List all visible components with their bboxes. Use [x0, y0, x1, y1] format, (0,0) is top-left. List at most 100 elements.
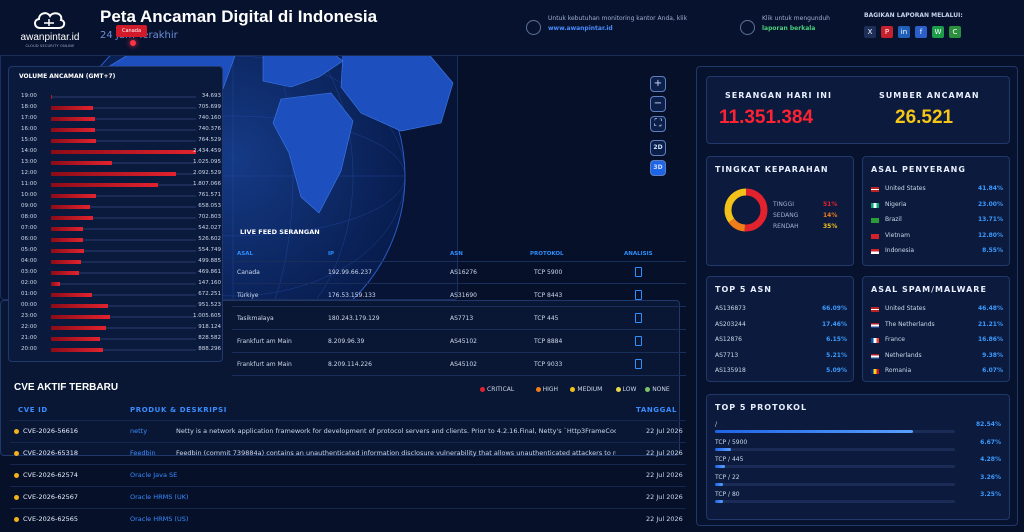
- volume-hour: 02:00: [21, 280, 37, 286]
- facebook-icon[interactable]: f: [915, 26, 927, 38]
- volume-value: 1.005.605: [193, 313, 221, 319]
- analysis-icon[interactable]: [635, 359, 642, 369]
- feed-asn: AS45102: [450, 338, 477, 345]
- flag-icon: [871, 218, 879, 223]
- list-row: AS203244 17.46%: [715, 321, 847, 330]
- list-row: Brazil 13.71%: [871, 216, 1003, 225]
- view-2d-button[interactable]: 2D: [650, 140, 666, 156]
- list-pct: 66.09%: [822, 305, 847, 312]
- cve-id[interactable]: CVE-2026-62574: [23, 471, 78, 479]
- top-asn-card: TOP 5 ASN AS136873 66.09% AS203244 17.46% AS…: [706, 276, 854, 382]
- x-icon[interactable]: X: [864, 26, 876, 38]
- attack-marker-dot[interactable]: [130, 40, 136, 46]
- volume-hour: 22:00: [21, 324, 37, 330]
- live-feed-row[interactable]: Canada 192.99.66.237 AS16276 TCP 5900: [232, 262, 686, 284]
- protocol-track: [715, 465, 955, 468]
- logo[interactable]: awanpintar.id CLOUD SECURITY ONLINE: [10, 6, 90, 50]
- volume-bar: [51, 348, 104, 352]
- cve-row[interactable]: CVE-2026-65318 Feedbin Feedbin (commit 739…: [10, 442, 686, 462]
- cve-row[interactable]: CVE-2026-56616 netty Netty is a network ap…: [10, 420, 686, 440]
- list-pct: 41.84%: [978, 185, 1003, 192]
- list-pct: 9.38%: [982, 351, 1003, 359]
- volume-title: VOLUME ANCAMAN (GMT+7): [19, 73, 116, 80]
- legend-dot: [480, 387, 485, 392]
- cve-product: Feedbin: [130, 449, 156, 457]
- legend-dot: [645, 387, 651, 392]
- analysis-icon[interactable]: [635, 313, 642, 323]
- legend-medium: MEDIUM: [570, 386, 602, 393]
- volume-hour: 15:00: [21, 137, 37, 143]
- feed-protokol: TCP 445: [534, 315, 559, 322]
- cve-row[interactable]: CVE-2026-62574 Oracle Java SE 22 Jul 2026: [10, 464, 686, 484]
- linkedin-icon[interactable]: in: [898, 26, 910, 38]
- whatsapp-icon[interactable]: W: [932, 26, 944, 38]
- volume-row: 07:00 542.027: [21, 225, 221, 233]
- list-row: United States 41.84%: [871, 185, 1003, 194]
- cve-product: Oracle Java SE: [130, 471, 178, 479]
- fit-view-button[interactable]: ⛶: [650, 116, 666, 132]
- volume-panel: VOLUME ANCAMAN (GMT+7) 19:00 34.693 18:00 7…: [8, 66, 223, 362]
- analysis-icon[interactable]: [635, 267, 642, 277]
- pinterest-icon[interactable]: P: [881, 26, 893, 38]
- volume-value: 554.749: [198, 247, 221, 253]
- severity-dot: [14, 517, 19, 522]
- volume-row: 16:00 740.376: [21, 126, 221, 134]
- volume-row: 11:00 1.807.066: [21, 181, 221, 189]
- list-pct: 13.71%: [978, 216, 1003, 223]
- report-promo[interactable]: Klik untuk mengunduh laporan berkala: [762, 14, 852, 34]
- live-feed-row[interactable]: Frankfurt am Main 8.209.96.39 AS45102 TCP 8…: [232, 331, 686, 353]
- top-protocol-title: TOP 5 PROTOKOL: [715, 403, 808, 412]
- report-promo-link[interactable]: laporan berkala: [762, 25, 815, 32]
- list-row: Netherlands 9.38%: [871, 352, 1003, 361]
- volume-hour: 17:00: [21, 115, 37, 121]
- volume-track: [51, 96, 196, 98]
- volume-row: 23:00 1.005.605: [21, 313, 221, 321]
- volume-value: 2.434.459: [193, 148, 221, 154]
- volume-row: 20:00 888.296: [21, 346, 221, 354]
- volume-bar: [51, 282, 60, 286]
- analysis-icon[interactable]: [635, 290, 642, 300]
- volume-value: 672.251: [198, 291, 221, 297]
- volume-bar: [51, 326, 107, 330]
- volume-track: [51, 283, 196, 285]
- volume-bar: [51, 227, 83, 231]
- volume-value: 761.571: [198, 192, 221, 198]
- cve-id[interactable]: CVE-2026-56616: [23, 427, 78, 435]
- monitoring-promo[interactable]: Untuk kebutuhan monitoring kantor Anda, …: [548, 14, 718, 34]
- attack-marker-label[interactable]: Canada: [116, 25, 148, 37]
- list-pct: 23.00%: [978, 200, 1003, 208]
- feed-protokol: TCP 9033: [534, 361, 563, 368]
- cve-row[interactable]: CVE-2026-62567 Oracle HRMS (UK) 22 Jul 202…: [10, 486, 686, 506]
- analysis-icon[interactable]: [635, 336, 642, 346]
- brand-tagline: CLOUD SECURITY ONLINE: [25, 44, 75, 48]
- cve-product: Oracle HRMS (UK): [130, 493, 189, 501]
- live-feed-row[interactable]: Türkiye 176.53.159.133 AS31690 TCP 8443: [232, 285, 686, 307]
- view-3d-button[interactable]: 3D: [650, 160, 666, 176]
- cve-id[interactable]: CVE-2026-62567: [23, 493, 78, 501]
- legend-label: LOW: [622, 386, 637, 393]
- cve-id[interactable]: CVE-2026-62565: [23, 515, 78, 523]
- volume-row: 09:00 658.053: [21, 203, 221, 211]
- cve-row[interactable]: CVE-2026-62565 Oracle HRMS (US) 22 Jul 202…: [10, 508, 686, 528]
- volume-row: 04:00 499.885: [21, 258, 221, 266]
- brand-name: awanpintar.id: [20, 32, 80, 43]
- monitoring-promo-link[interactable]: www.awanpintar.id: [548, 25, 613, 32]
- volume-row: 13:00 1.025.095: [21, 159, 221, 167]
- feed-ip: 8.209.96.39: [328, 338, 365, 345]
- zoom-out-button[interactable]: −: [650, 96, 666, 112]
- protocol-pct: 82.54%: [976, 421, 1001, 428]
- copy-icon[interactable]: C: [949, 26, 961, 38]
- top-header: awanpintar.id CLOUD SECURITY ONLINE Peta…: [0, 0, 1024, 56]
- live-feed-row[interactable]: Tasikmalaya 180.243.179.129 AS7713 TCP 445: [232, 308, 686, 330]
- top-protocol-card: TOP 5 PROTOKOL / 82.54% TCP / 5900 6.67% TCP…: [706, 394, 1010, 520]
- volume-value: 542.027: [198, 225, 221, 231]
- volume-hour: 21:00: [21, 335, 37, 341]
- sumber-label: SUMBER ANCAMAN: [879, 91, 980, 100]
- zoom-in-button[interactable]: +: [650, 76, 666, 92]
- live-feed-row[interactable]: Frankfurt am Main 8.209.114.226 AS45102 TCP…: [232, 354, 686, 376]
- list-row: France 16.86%: [871, 336, 1003, 345]
- severity-label: RENDAH: [773, 223, 799, 230]
- cve-id[interactable]: CVE-2026-65318: [23, 449, 78, 457]
- col-asn: ASN: [450, 251, 463, 257]
- protocol-bar: [715, 465, 726, 468]
